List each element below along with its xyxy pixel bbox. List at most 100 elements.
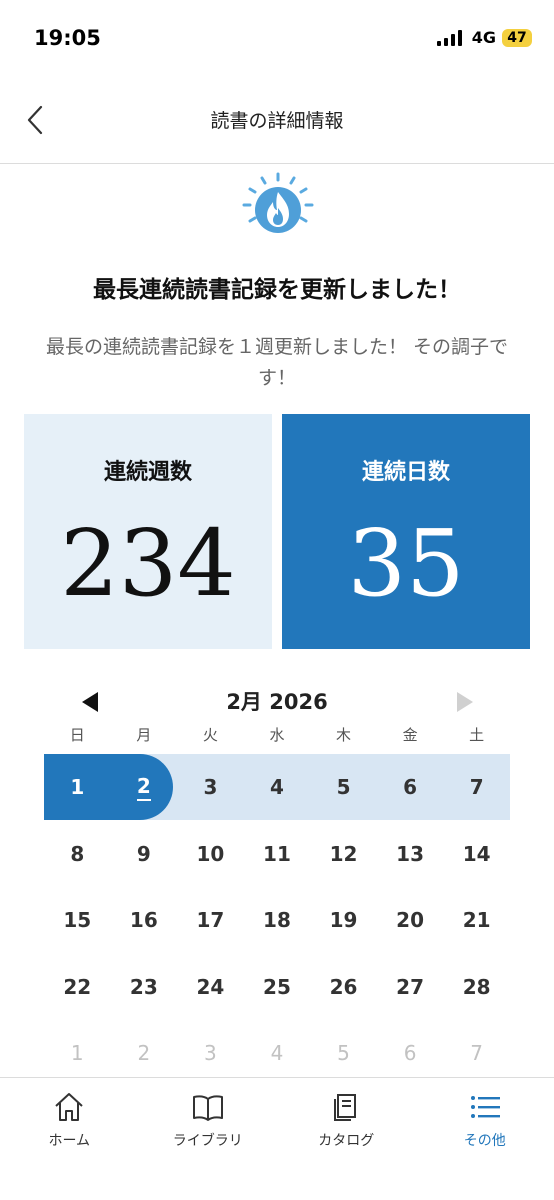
nav-label: ホーム (48, 1133, 91, 1149)
calendar-day-number: 16 (129, 908, 158, 933)
calendar-day[interactable]: 22 (44, 954, 111, 1021)
calendar-grid: 1 2 3 4 5 6 7 8 9 10 11 12 13 14 15 16 17 18 19 20 21 22 23 24 2… (44, 754, 510, 1087)
calendar-day[interactable]: 15 (44, 887, 111, 954)
weekday-label: 火 (202, 726, 218, 744)
calendar-day-number: 7 (470, 1041, 484, 1066)
calendar-day-number: 12 (329, 841, 358, 866)
calendar-day[interactable]: 8 (44, 821, 111, 888)
next-month-button[interactable] (455, 690, 475, 714)
book-icon (192, 1095, 223, 1121)
weeks-stat-card: 連続週数 234 (24, 414, 272, 649)
battery-icon: 47 (502, 28, 532, 47)
calendar-day-number: 6 (403, 1041, 417, 1066)
status-indicators: 4G 47 (436, 28, 532, 47)
bottom-nav: ホーム ライブラリ カタログ その他 (0, 1077, 554, 1200)
nav-home[interactable]: ホーム (0, 1078, 139, 1200)
weeks-value: 234 (60, 510, 236, 617)
calendar-day[interactable]: 25 (244, 954, 311, 1021)
nav-label: ライブラリ (172, 1133, 243, 1149)
calendar-day-number: 10 (196, 841, 225, 866)
days-value: 35 (347, 510, 465, 617)
calendar-day-number: 22 (63, 974, 92, 999)
weekday-label: 金 (402, 726, 418, 744)
calendar-day[interactable]: 23 (111, 954, 178, 1021)
calendar-day-number: 25 (263, 974, 291, 999)
calendar-day-number: 1 (70, 775, 85, 800)
calendar-day-number: 15 (63, 908, 92, 933)
calendar-day[interactable]: 5 (310, 754, 377, 821)
calendar-day[interactable]: 16 (111, 887, 178, 954)
calendar-day[interactable]: 21 (443, 887, 510, 954)
network-type: 4G (471, 28, 496, 47)
calendar-day[interactable]: 11 (244, 821, 311, 888)
nav-catalog[interactable]: カタログ (277, 1078, 416, 1200)
weekday-label: 月 (136, 726, 152, 744)
calendar-day[interactable]: 27 (377, 954, 444, 1021)
calendar-day-number: 19 (329, 908, 358, 933)
calendar-day[interactable]: 9 (111, 821, 178, 888)
calendar-day[interactable]: 13 (377, 821, 444, 888)
calendar-day-number: 24 (196, 974, 225, 999)
calendar-day-number: 26 (329, 974, 358, 999)
calendar-day-number: 18 (263, 908, 291, 933)
calendar-day[interactable]: 4 (244, 754, 311, 821)
status-bar: 19:05 4G 47 (0, 0, 554, 80)
flame-badge-icon (242, 172, 314, 233)
calendar-week-row: 8 9 10 11 12 13 14 (44, 821, 510, 888)
status-time: 19:05 (34, 26, 101, 50)
calendar-day[interactable]: 17 (177, 887, 244, 954)
calendar-day-number: 4 (270, 1041, 284, 1066)
calendar-day-number: 13 (396, 841, 425, 866)
calendar-day[interactable]: 20 (377, 887, 444, 954)
days-label: 連続日数 (361, 460, 450, 485)
calendar-day-number: 17 (196, 908, 225, 933)
calendar-day-number: 6 (403, 775, 418, 800)
calendar-day[interactable]: 12 (310, 821, 377, 888)
calendar-day-number: 2 (137, 1041, 151, 1066)
calendar-day-number: 7 (469, 775, 484, 800)
calendar-day-number: 20 (396, 908, 425, 933)
list-icon (470, 1096, 500, 1118)
calendar-day-number: 8 (70, 841, 85, 866)
calendar-day[interactable]: 19 (310, 887, 377, 954)
nav-more[interactable]: その他 (416, 1078, 554, 1200)
calendar-day[interactable]: 3 (177, 754, 244, 821)
calendar-day[interactable]: 6 (377, 754, 444, 821)
calendar-day[interactable]: 14 (443, 821, 510, 888)
signal-icon (436, 29, 462, 46)
calendar-day-number: 23 (129, 974, 158, 999)
calendar-day-number: 5 (336, 775, 351, 800)
calendar-day[interactable]: 26 (310, 954, 377, 1021)
calendar-nav: 2月 2026 (0, 684, 554, 720)
headline: 最長連続読書記録を更新しました！ (93, 277, 461, 303)
calendar-day-number: 2 (136, 774, 151, 801)
calendar-day-number: 14 (462, 841, 491, 866)
calendar-week-row: 22 23 24 25 26 27 28 (44, 954, 510, 1021)
nav-library[interactable]: ライブラリ (139, 1078, 278, 1200)
weekday-label: 木 (336, 726, 352, 744)
calendar-day-number: 5 (337, 1041, 350, 1066)
weekday-header: 日 月 火 水 木 金 土 (44, 724, 510, 746)
calendar-day-number: 28 (462, 974, 491, 999)
calendar-day[interactable]: 2 (111, 754, 178, 821)
calendar-day[interactable]: 1 (44, 754, 111, 821)
calendar-day-number: 1 (70, 1041, 84, 1066)
calendar-day[interactable]: 7 (443, 754, 510, 821)
nav-label: その他 (463, 1133, 506, 1149)
days-stat-card: 連続日数 35 (282, 414, 530, 649)
calendar-day-number: 3 (203, 775, 218, 800)
weekday-label: 日 (69, 726, 85, 744)
calendar-day-number: 4 (270, 775, 284, 800)
calendar-day[interactable]: 24 (177, 954, 244, 1021)
calendar-day[interactable]: 28 (443, 954, 510, 1021)
calendar-day-number: 11 (263, 841, 291, 866)
page-title: 読書の詳細情報 (210, 110, 344, 132)
calendar-week-row: 1 2 3 4 5 6 7 (44, 754, 510, 821)
catalog-icon (334, 1094, 357, 1121)
calendar-week-row: 15 16 17 18 19 20 21 (44, 887, 510, 954)
calendar-day[interactable]: 18 (244, 887, 311, 954)
calendar-day-number: 21 (462, 908, 491, 933)
calendar-day-number: 9 (136, 841, 151, 866)
calendar-day-number: 3 (204, 1041, 217, 1066)
calendar-day[interactable]: 10 (177, 821, 244, 888)
